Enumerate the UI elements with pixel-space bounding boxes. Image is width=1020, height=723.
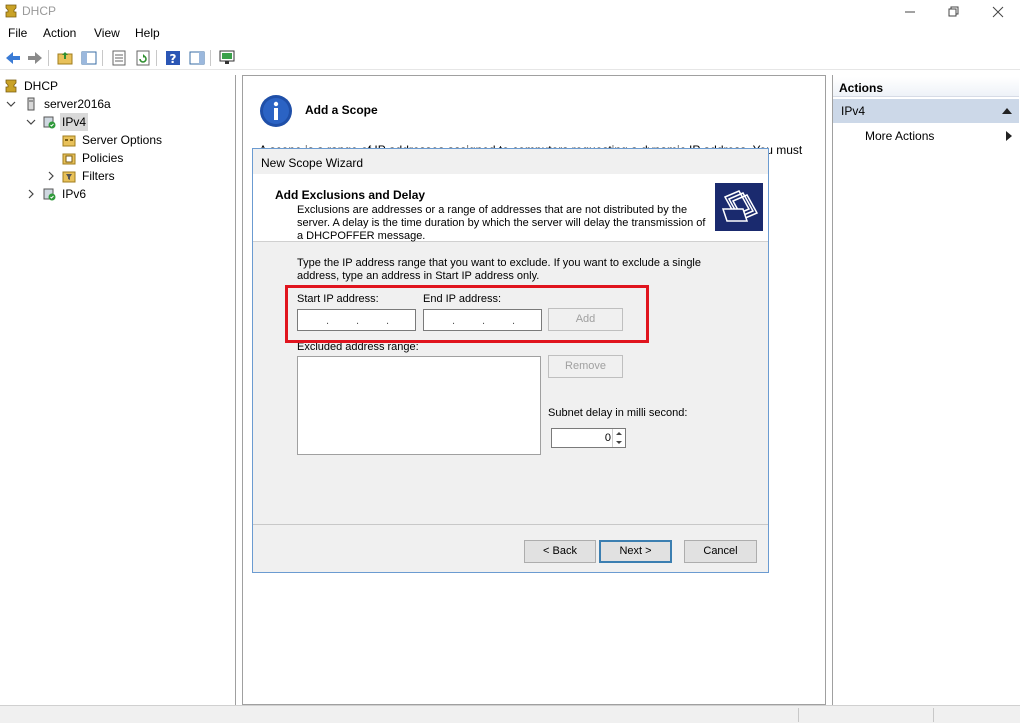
subnet-delay-spinner[interactable]: 0 xyxy=(551,428,626,448)
collapse-up-icon[interactable] xyxy=(1001,106,1013,116)
tree-label: Filters xyxy=(82,169,115,183)
dhcp-icon xyxy=(5,79,17,93)
svg-text:?: ? xyxy=(170,52,177,66)
monitor-icon[interactable] xyxy=(218,49,236,67)
properties-icon[interactable] xyxy=(110,49,128,67)
ipv4-icon xyxy=(43,116,56,129)
wizard-step-title: Add Exclusions and Delay xyxy=(275,188,426,202)
new-scope-wizard-dialog: New Scope Wizard Add Exclusions and Dela… xyxy=(252,148,769,573)
status-segment xyxy=(798,708,799,722)
chevron-right-icon[interactable] xyxy=(26,189,36,199)
back-arrow-icon[interactable] xyxy=(4,49,22,67)
menu-help[interactable]: Help xyxy=(135,26,160,40)
close-icon xyxy=(992,6,1004,18)
menu-action[interactable]: Action xyxy=(43,26,76,40)
actions-section-label: IPv4 xyxy=(841,104,866,118)
status-segment xyxy=(933,708,934,722)
minimize-icon xyxy=(905,11,915,13)
wizard-header: Add Exclusions and Delay Exclusions are … xyxy=(253,174,768,242)
tree-label: Policies xyxy=(82,151,124,165)
subnet-delay-label: Subnet delay in milli second: xyxy=(548,407,688,419)
chevron-down-icon[interactable] xyxy=(26,117,36,127)
spinner-arrows[interactable] xyxy=(612,429,625,447)
toolbar-separator xyxy=(48,50,49,66)
actions-title: Actions xyxy=(839,81,884,95)
tree-node-policies[interactable]: Policies xyxy=(0,149,230,167)
tree-node-ipv6[interactable]: IPv6 xyxy=(0,185,230,203)
tree-label: Server Options xyxy=(82,133,163,147)
highlight-rectangle xyxy=(285,285,649,343)
status-bar xyxy=(0,705,1020,723)
policies-icon xyxy=(62,153,76,165)
toolbar-separator xyxy=(210,50,211,66)
cancel-button[interactable]: Cancel xyxy=(684,540,757,563)
tree-node-ipv4[interactable]: IPv4 xyxy=(0,113,230,131)
help-icon[interactable]: ? xyxy=(164,49,182,67)
spin-up-icon[interactable] xyxy=(613,429,625,438)
tree-label: server2016a xyxy=(44,97,111,111)
tree-node-server[interactable]: server2016a xyxy=(0,95,230,113)
toolbar: ? xyxy=(0,46,1020,70)
toolbar-separator xyxy=(102,50,103,66)
submenu-arrow-icon xyxy=(1006,131,1012,141)
close-button[interactable] xyxy=(978,0,1018,24)
remove-button[interactable]: Remove xyxy=(548,355,623,378)
tree-node-server-options[interactable]: Server Options xyxy=(0,131,230,149)
forward-arrow-icon[interactable] xyxy=(26,49,44,67)
filters-icon xyxy=(62,171,76,183)
actions-section-ipv4[interactable]: IPv4 xyxy=(833,99,1019,123)
next-button[interactable]: Next > xyxy=(599,540,672,563)
chevron-right-icon[interactable] xyxy=(46,171,56,181)
spin-down-icon[interactable] xyxy=(613,438,625,447)
tree-label: IPv4 xyxy=(60,113,89,131)
page-title: Add a Scope xyxy=(305,103,378,117)
menu-bar: File Action View Help xyxy=(0,24,1020,44)
minimize-button[interactable] xyxy=(890,0,930,24)
more-actions-label: More Actions xyxy=(865,129,935,143)
show-hide-action-pane-icon[interactable] xyxy=(188,49,206,67)
restore-icon xyxy=(948,6,959,17)
tree-label: DHCP xyxy=(24,79,59,93)
actions-header: Actions xyxy=(833,77,1019,97)
up-folder-icon[interactable] xyxy=(56,49,74,67)
folders-icon xyxy=(715,183,763,231)
info-icon xyxy=(260,95,292,127)
dialog-divider xyxy=(253,524,768,525)
menu-view[interactable]: View xyxy=(94,26,120,40)
ipv6-icon xyxy=(43,188,56,201)
server-icon xyxy=(27,97,35,111)
server-options-icon xyxy=(62,135,76,147)
tree-node-filters[interactable]: Filters xyxy=(0,167,230,185)
chevron-down-icon[interactable] xyxy=(6,99,16,109)
back-button[interactable]: < Back xyxy=(524,540,596,563)
menu-file[interactable]: File xyxy=(8,26,27,40)
excluded-range-list[interactable] xyxy=(297,356,541,455)
more-actions-item[interactable]: More Actions xyxy=(865,129,934,143)
window-title: DHCP xyxy=(22,4,57,18)
console-tree: DHCP server2016a IPv4 Server Options Pol… xyxy=(0,75,236,705)
show-hide-tree-icon[interactable] xyxy=(80,49,98,67)
restore-button[interactable] xyxy=(934,0,974,24)
refresh-icon[interactable] xyxy=(134,49,152,67)
toolbar-separator xyxy=(156,50,157,66)
tree-node-dhcp[interactable]: DHCP xyxy=(0,77,230,95)
wizard-step-description: Exclusions are addresses or a range of a… xyxy=(297,204,706,242)
subnet-delay-value: 0 xyxy=(604,432,611,444)
dialog-title: New Scope Wizard xyxy=(261,156,364,170)
instruction-text: Type the IP address range that you want … xyxy=(297,257,701,282)
tree-label: IPv6 xyxy=(62,187,87,201)
actions-pane: Actions IPv4 More Actions xyxy=(832,75,1020,705)
dhcp-app-icon xyxy=(5,4,17,18)
title-bar: DHCP xyxy=(0,0,1020,24)
